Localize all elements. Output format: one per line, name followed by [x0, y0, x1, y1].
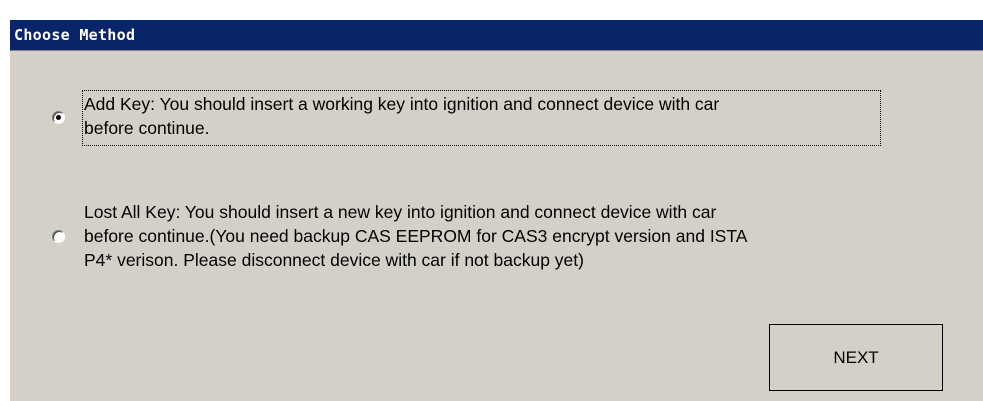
add-key-label[interactable]: Add Key: You should insert a working key…: [84, 92, 719, 140]
lost-all-key-radio[interactable]: [52, 230, 65, 243]
dialog-title: Choose Method: [10, 20, 983, 50]
title-bar-divider: [10, 50, 983, 51]
radio-selected-dot: [56, 115, 61, 120]
option-add-key[interactable]: Add Key: You should insert a working key…: [10, 80, 983, 150]
lost-all-key-label[interactable]: Lost All Key: You should insert a new ke…: [84, 200, 747, 272]
next-button[interactable]: NEXT: [769, 324, 943, 391]
choose-method-dialog: Choose Method Add Key: You should insert…: [8, 20, 983, 401]
add-key-radio[interactable]: [52, 111, 65, 124]
option-lost-all-key[interactable]: Lost All Key: You should insert a new ke…: [10, 190, 983, 290]
